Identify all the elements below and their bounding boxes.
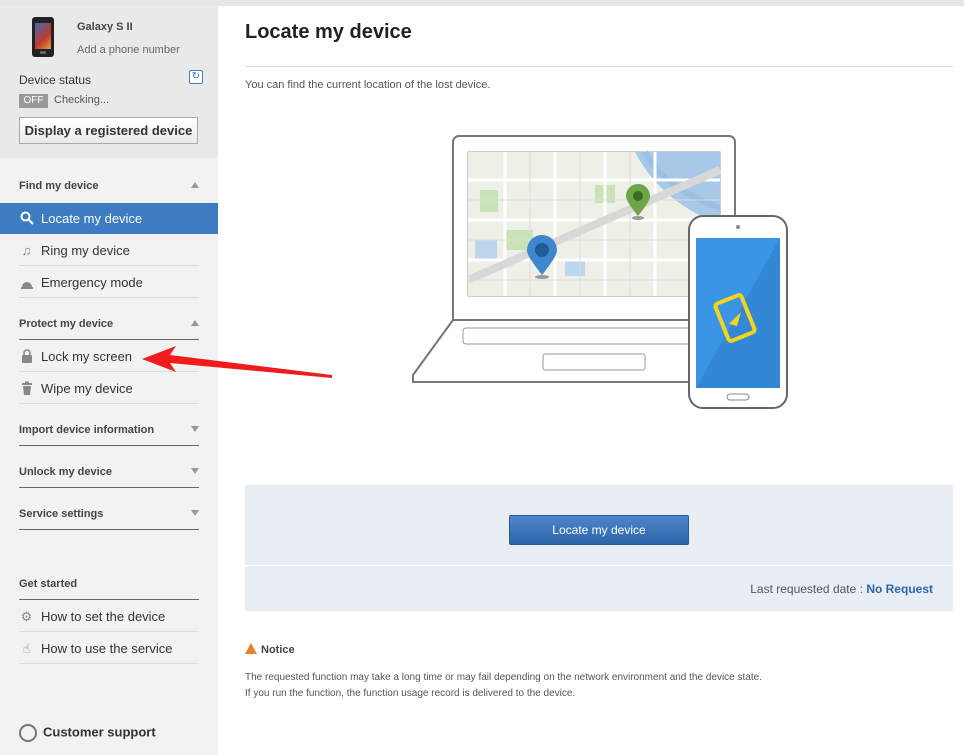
action-panel: Locate my device Last requested date : N…	[245, 485, 953, 611]
expand-icon	[191, 426, 199, 432]
refresh-icon[interactable]: ↻	[189, 70, 203, 84]
display-registered-device-button[interactable]: Display a registered device	[19, 117, 198, 144]
sidebar-item-label: Locate my device	[41, 211, 143, 226]
section-service-settings[interactable]: Service settings	[19, 508, 199, 530]
get-started-heading: Get started	[19, 578, 78, 590]
section-heading: Protect my device	[19, 318, 114, 330]
expand-icon	[191, 468, 199, 474]
section-find-my-device[interactable]: Find my device	[19, 180, 199, 202]
annotation-arrow	[142, 346, 332, 378]
divider	[19, 445, 199, 446]
title-divider	[245, 66, 953, 67]
page-title: Locate my device	[245, 21, 412, 43]
intro-text: You can find the current location of the…	[245, 79, 491, 91]
sidebar-item-emergency[interactable]: Emergency mode	[19, 267, 199, 298]
locate-my-device-button[interactable]: Locate my device	[509, 515, 689, 545]
sidebar-item-label: Wipe my device	[41, 381, 133, 396]
expand-icon	[191, 510, 199, 516]
last-requested-value: No Request	[866, 582, 933, 596]
warning-icon	[245, 643, 257, 654]
device-status-label: Device status	[19, 73, 92, 87]
status-badge: OFF	[19, 94, 48, 108]
device-summary: Galaxy S II Add a phone number Device st…	[0, 6, 218, 158]
sidebar-item-label: Lock my screen	[41, 349, 133, 364]
phone-illustration	[688, 215, 788, 409]
divider	[19, 599, 199, 600]
sidebar-item-ring[interactable]: ♫ Ring my device	[19, 235, 199, 266]
lock-icon	[19, 349, 34, 364]
sidebar-item-how-to-use[interactable]: ☝ How to use the service	[19, 633, 199, 664]
section-protect-my-device[interactable]: Protect my device	[19, 318, 199, 340]
emergency-icon	[19, 275, 34, 290]
add-phone-link[interactable]: Add a phone number	[77, 44, 180, 56]
music-note-icon: ♫	[21, 243, 32, 258]
support-icon	[19, 724, 37, 742]
last-requested-label: Last requested date :	[750, 582, 863, 596]
section-heading: Import device information	[19, 424, 155, 436]
sidebar-item-how-to-set[interactable]: ⚙ How to set the device	[19, 601, 199, 632]
locate-illustration	[412, 135, 788, 409]
device-thumbnail	[32, 17, 54, 57]
trash-icon	[19, 381, 34, 396]
section-heading: Service settings	[19, 508, 104, 520]
notice-heading: Notice	[245, 643, 295, 656]
last-requested-date: Last requested date : No Request	[750, 582, 933, 596]
section-heading: Find my device	[19, 180, 99, 192]
sidebar-item-label: How to use the service	[41, 641, 173, 656]
sidebar-item-label: Emergency mode	[41, 275, 143, 290]
section-unlock-my-device[interactable]: Unlock my device	[19, 466, 199, 488]
collapse-icon	[191, 320, 199, 326]
sidebar-item-locate[interactable]: Locate my device	[0, 203, 218, 234]
notice-title: Notice	[261, 644, 295, 656]
sidebar-item-label: How to set the device	[41, 609, 166, 624]
panel-divider	[245, 565, 953, 566]
notice-line: The requested function may take a long t…	[245, 672, 762, 683]
notice-text: The requested function may take a long t…	[245, 670, 762, 702]
gear-icon: ⚙	[20, 609, 33, 624]
customer-support-label: Customer support	[43, 724, 156, 740]
device-name: Galaxy S II	[77, 21, 133, 33]
search-icon	[19, 211, 34, 226]
section-heading: Unlock my device	[19, 466, 112, 478]
collapse-icon	[191, 182, 199, 188]
map	[466, 150, 722, 296]
notice-line: If you run the function, the function us…	[245, 688, 576, 699]
section-import-device-information[interactable]: Import device information	[19, 424, 199, 446]
customer-support-link[interactable]: Customer support	[19, 724, 156, 742]
hand-pointer-icon: ☝	[22, 641, 31, 656]
sidebar-item-label: Ring my device	[41, 243, 130, 258]
status-text: Checking...	[54, 94, 110, 106]
divider	[19, 529, 199, 530]
divider	[19, 487, 199, 488]
